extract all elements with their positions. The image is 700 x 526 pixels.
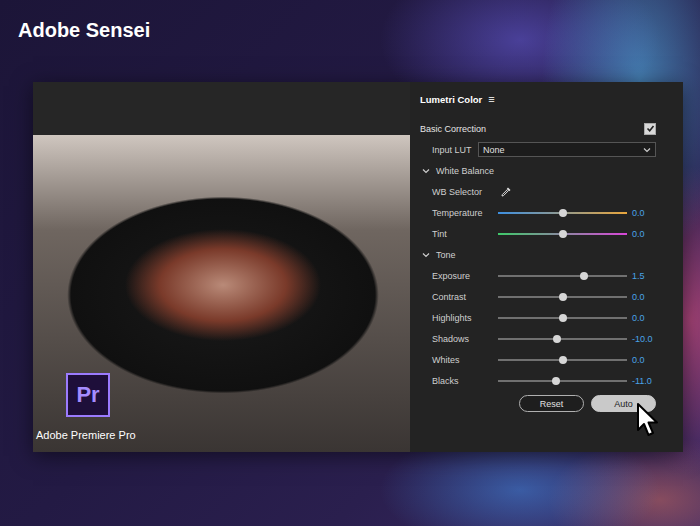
section-checkbox[interactable] <box>644 123 656 135</box>
page: Adobe Sensei Pr Adobe Premiere Pro Lumetri … <box>0 0 700 526</box>
slider-thumb[interactable] <box>580 272 588 280</box>
slider-track[interactable] <box>498 317 627 319</box>
slider-thumb[interactable] <box>559 209 567 217</box>
video-frame: Pr Adobe Premiere Pro <box>33 135 410 452</box>
slider-thumb[interactable] <box>559 293 567 301</box>
slider-value[interactable]: 0.0 <box>632 292 645 302</box>
slider-thumb[interactable] <box>559 230 567 238</box>
slider-value[interactable]: 0.0 <box>632 313 645 323</box>
section-header: Basic Correction <box>420 118 656 139</box>
premiere-logo-icon: Pr <box>66 373 110 417</box>
slider-track[interactable] <box>498 233 627 235</box>
control-row: Shadows -10.0 <box>420 328 656 349</box>
mouse-cursor-icon <box>636 402 662 438</box>
control-label: Shadows <box>432 334 498 344</box>
slider-value[interactable]: 0.0 <box>632 229 645 239</box>
brand-title: Adobe Sensei <box>18 16 700 44</box>
expand-chevron-icon <box>422 168 430 174</box>
button-row: Reset Auto <box>420 395 656 412</box>
group-header[interactable]: Tone <box>420 244 656 265</box>
slider-track[interactable] <box>498 296 627 298</box>
check-icon <box>646 124 655 133</box>
slider-value[interactable]: -10.0 <box>632 334 653 344</box>
slider-value[interactable]: -11.0 <box>632 376 652 386</box>
control-label: Contrast <box>432 292 498 302</box>
slider-track[interactable] <box>498 359 627 361</box>
slider-thumb[interactable] <box>559 356 567 364</box>
control-label: Tint <box>432 229 498 239</box>
slider-thumb[interactable] <box>559 314 567 322</box>
app-logo: Pr Adobe Premiere Pro <box>36 373 136 441</box>
slider-value[interactable]: 0.0 <box>632 355 645 365</box>
slider-value[interactable]: 1.5 <box>632 271 645 281</box>
control-row: WB Selector <box>420 181 656 202</box>
video-column: Pr Adobe Premiere Pro <box>33 82 410 452</box>
control-row: Tint 0.0 <box>420 223 656 244</box>
slider-thumb[interactable] <box>552 377 560 385</box>
slider-thumb[interactable] <box>553 335 561 343</box>
slider-track[interactable] <box>498 338 627 340</box>
expand-chevron-icon <box>422 252 430 258</box>
control-label: Blacks <box>432 376 498 386</box>
input-lut-dropdown[interactable]: None <box>478 142 656 157</box>
slider-track[interactable] <box>498 380 627 382</box>
control-row: Exposure 1.5 <box>420 265 656 286</box>
eyedropper-icon[interactable] <box>500 186 512 198</box>
panel-title: Lumetri Color≡ <box>420 92 656 106</box>
control-row: Temperature 0.0 <box>420 202 656 223</box>
menu-icon[interactable]: ≡ <box>488 93 494 105</box>
group-header[interactable]: White Balance <box>420 160 656 181</box>
control-label: Highlights <box>432 313 498 323</box>
control-label: WB Selector <box>432 187 498 197</box>
control-label: Exposure <box>432 271 498 281</box>
slider-value[interactable]: 0.0 <box>632 208 645 218</box>
app-name: Adobe Premiere Pro <box>36 429 136 441</box>
control-row: Contrast 0.0 <box>420 286 656 307</box>
control-row: Highlights 0.0 <box>420 307 656 328</box>
control-label: Temperature <box>432 208 498 218</box>
slider-track[interactable] <box>498 212 627 214</box>
control-row: Blacks -11.0 <box>420 370 656 391</box>
panel-button[interactable]: Reset <box>519 395 584 412</box>
chevron-down-icon <box>643 147 651 153</box>
control-label: Whites <box>432 355 498 365</box>
panel-button[interactable]: Auto <box>591 395 656 412</box>
app-window: Pr Adobe Premiere Pro Lumetri Color≡ Basic … <box>33 82 683 452</box>
slider-track[interactable] <box>498 275 627 277</box>
video-top-bar <box>33 82 410 135</box>
control-row: Whites 0.0 <box>420 349 656 370</box>
lumetri-panel: Lumetri Color≡ Basic CorrectionInput LUTN… <box>410 82 683 452</box>
input-lut-row: Input LUTNone <box>420 139 656 160</box>
